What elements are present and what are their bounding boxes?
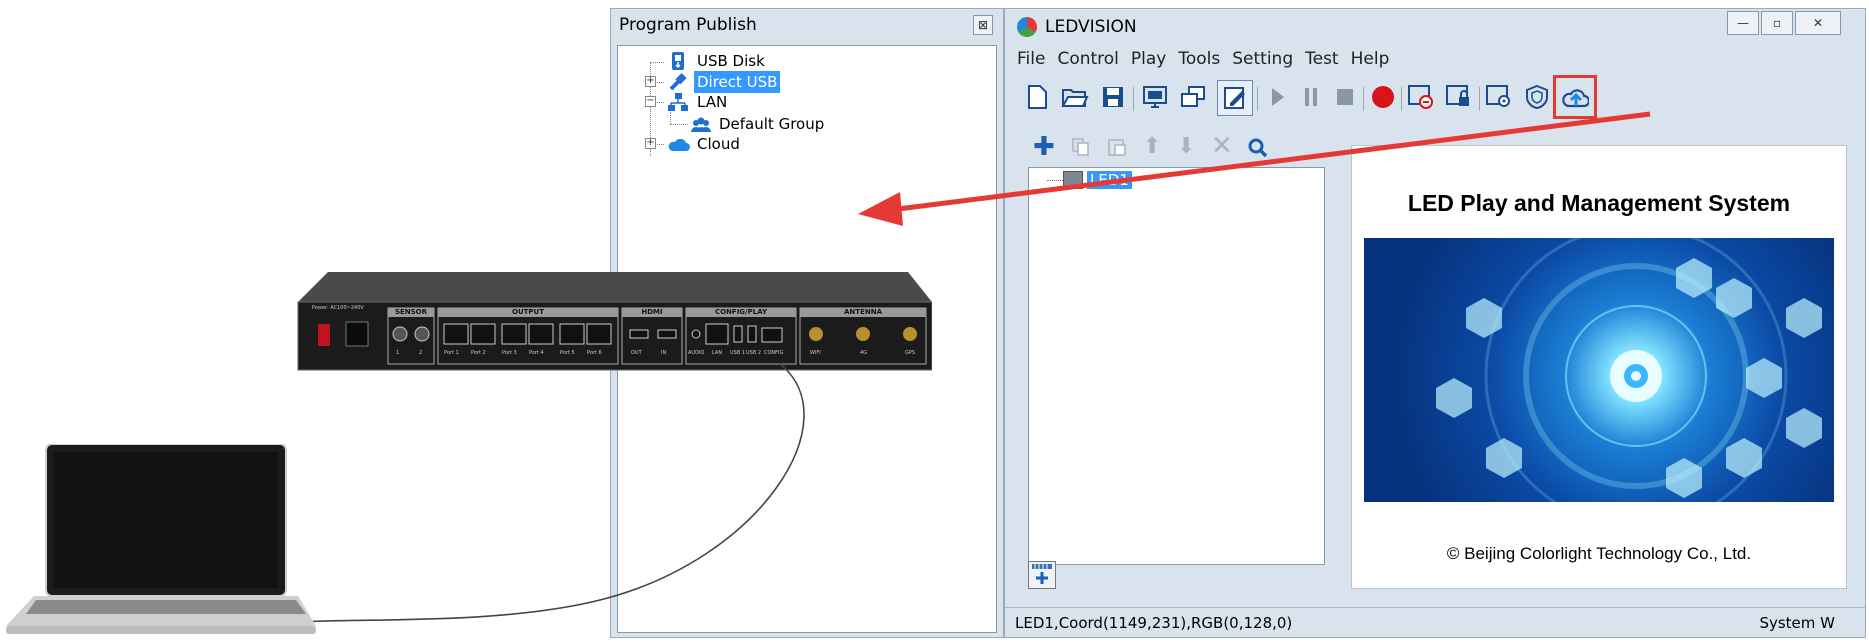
laptop-image [6,443,316,640]
